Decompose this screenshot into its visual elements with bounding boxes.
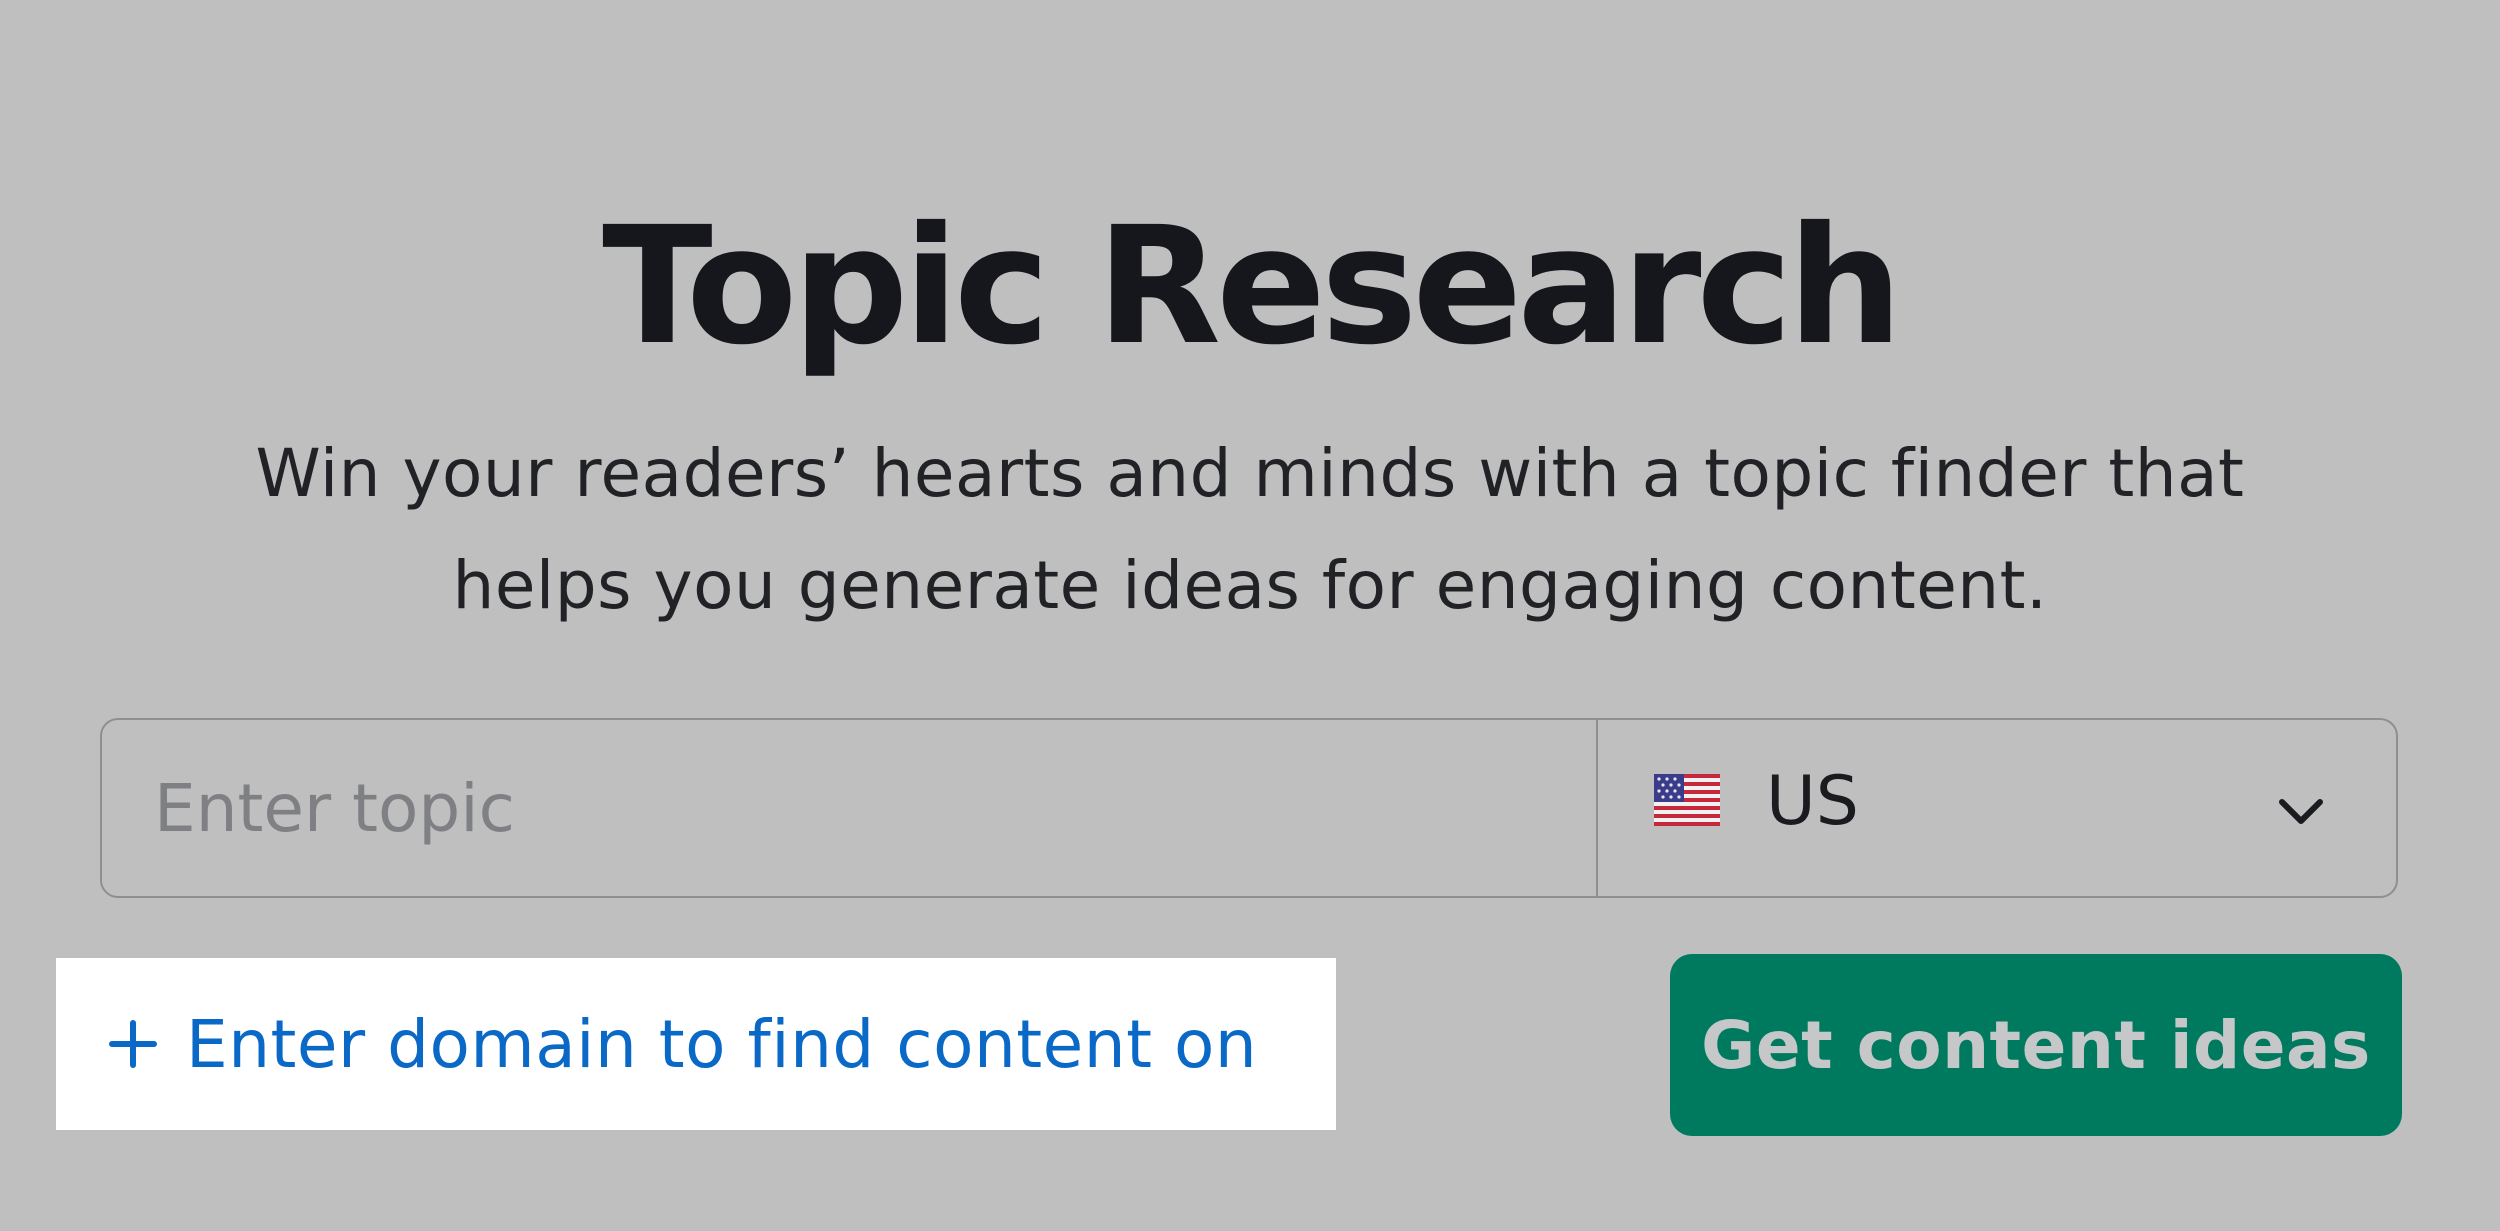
country-value: US	[1766, 762, 1859, 841]
country-select[interactable]: US	[1598, 720, 2396, 896]
topic-search-bar: US	[100, 718, 2398, 898]
us-flag-icon	[1654, 774, 1720, 826]
page-title: Topic Research	[602, 192, 1903, 381]
plus-icon	[109, 1020, 157, 1068]
topic-input[interactable]	[102, 720, 1598, 896]
add-domain-label: Enter domain to find content on	[186, 1005, 1258, 1083]
chevron-down-icon	[2279, 799, 2323, 824]
page-subtitle: Win your readers’ hearts and minds with …	[255, 435, 2245, 624]
add-domain-link[interactable]: Enter domain to find content on	[56, 958, 1336, 1130]
get-content-ideas-button[interactable]: Get content ideas	[1670, 954, 2402, 1136]
